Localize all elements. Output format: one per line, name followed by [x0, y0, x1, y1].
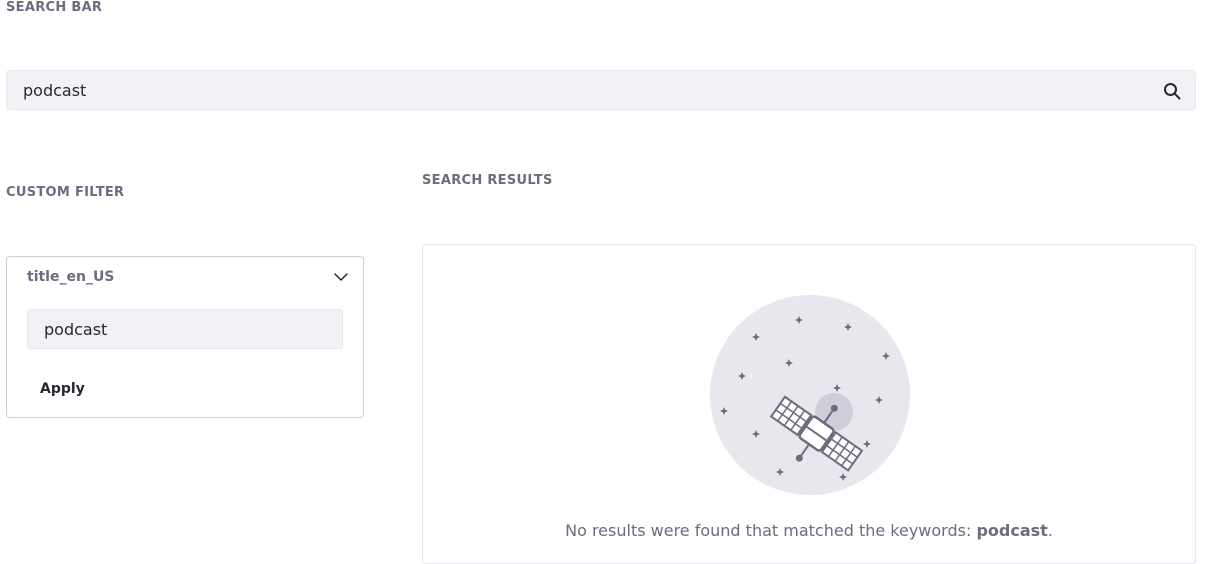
custom-filter-heading: CUSTOM FILTER: [6, 185, 125, 200]
search-input[interactable]: [7, 71, 1147, 109]
filter-field-name: title_en_US: [27, 269, 115, 285]
empty-message-keyword: podcast: [976, 521, 1048, 540]
search-icon: [1164, 83, 1181, 100]
search-results-heading: SEARCH RESULTS: [422, 173, 553, 188]
satellite-illustration: [710, 295, 910, 495]
apply-button[interactable]: Apply: [27, 375, 98, 403]
search-results-panel: No results were found that matched the k…: [422, 244, 1196, 564]
filter-value-input[interactable]: [27, 309, 343, 349]
empty-results-message: No results were found that matched the k…: [423, 521, 1195, 540]
custom-filter-panel: title_en_US Apply: [6, 256, 364, 418]
search-bar: [6, 70, 1196, 110]
search-button[interactable]: [1161, 80, 1183, 102]
chevron-down-icon: [334, 273, 348, 281]
search-bar-heading: SEARCH BAR: [6, 0, 103, 15]
filter-toggle[interactable]: title_en_US: [7, 257, 363, 297]
empty-message-suffix: .: [1047, 521, 1053, 540]
empty-message-text: No results were found that matched the k…: [565, 521, 977, 540]
